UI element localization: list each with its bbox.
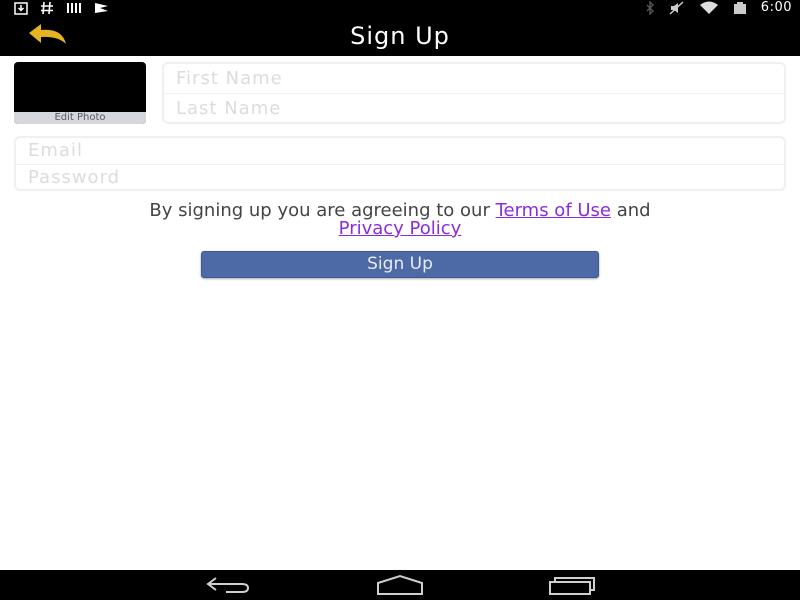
terms-of-use-link[interactable]: Terms of Use xyxy=(496,200,611,221)
credential-fields xyxy=(14,136,786,191)
nav-recents-button[interactable] xyxy=(548,574,596,600)
battery-icon xyxy=(733,1,747,15)
flag-icon xyxy=(94,2,110,14)
signal-bars-icon xyxy=(66,2,82,14)
status-bar: 6:00 xyxy=(0,0,800,16)
nav-back-icon xyxy=(206,577,250,593)
password-field[interactable] xyxy=(16,164,784,190)
terms-text: By signing up you are agreeing to our Te… xyxy=(0,202,800,238)
nav-recents-icon xyxy=(549,577,595,595)
sign-up-button[interactable]: Sign Up xyxy=(201,251,599,278)
nav-back-button[interactable] xyxy=(204,574,252,600)
first-name-field[interactable] xyxy=(164,64,784,93)
back-button[interactable] xyxy=(26,22,72,50)
privacy-policy-link[interactable]: Privacy Policy xyxy=(339,218,462,239)
download-icon xyxy=(14,1,28,15)
bluetooth-icon xyxy=(645,1,655,15)
nav-bar xyxy=(0,570,800,600)
last-name-field[interactable] xyxy=(164,94,784,123)
status-left-icons xyxy=(14,1,110,15)
back-arrow-icon xyxy=(29,24,66,44)
title-bar: Sign Up xyxy=(0,16,800,56)
wifi-icon xyxy=(699,1,719,15)
page-title: Sign Up xyxy=(350,22,450,50)
status-right-icons: 6:00 xyxy=(645,0,792,16)
hash-icon xyxy=(40,1,54,15)
name-fields xyxy=(162,62,786,124)
status-time: 6:00 xyxy=(760,0,792,15)
mute-icon xyxy=(669,1,685,15)
email-field[interactable] xyxy=(16,138,784,164)
photo-caption: Edit Photo xyxy=(14,112,146,124)
nav-home-button[interactable] xyxy=(376,574,424,600)
terms-middle: and xyxy=(611,200,651,221)
nav-home-icon xyxy=(377,574,423,595)
edit-photo-button[interactable]: Edit Photo xyxy=(14,62,146,124)
